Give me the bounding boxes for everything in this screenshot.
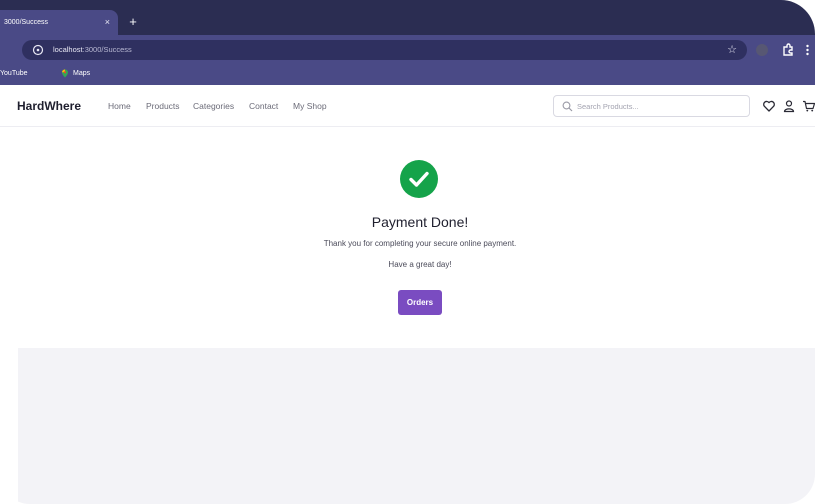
- nav-products[interactable]: Products: [146, 85, 180, 127]
- nav-categories[interactable]: Categories: [193, 85, 234, 127]
- bookmark-maps[interactable]: Maps: [73, 65, 90, 82]
- success-title: Payment Done!: [371, 214, 469, 230]
- tab-success[interactable]: 3000/Success ×: [0, 10, 118, 35]
- browser-toolbar: localhost:3000/Success ☆: [0, 35, 815, 65]
- search-box: [553, 95, 750, 117]
- page-footer-area: [18, 348, 815, 504]
- bookmark-youtube[interactable]: YouTube: [0, 65, 28, 82]
- check-icon: [409, 171, 429, 187]
- heart-icon[interactable]: [762, 99, 776, 113]
- nav-contact[interactable]: Contact: [249, 85, 278, 127]
- browser-window: 3000/Success × + localhost:3000/Success …: [0, 0, 815, 504]
- search-icon: [562, 101, 573, 112]
- nav-home[interactable]: Home: [108, 85, 131, 127]
- url-host: localhost: [53, 45, 83, 54]
- success-check-icon: [400, 160, 438, 198]
- address-bar[interactable]: localhost:3000/Success ☆: [22, 40, 747, 60]
- site-header: HardWhere Home Products Categories Conta…: [0, 85, 815, 127]
- extension-icon[interactable]: [756, 44, 768, 56]
- extensions-icon[interactable]: [780, 42, 796, 58]
- tab-close-icon[interactable]: ×: [105, 10, 110, 35]
- info-icon[interactable]: [32, 44, 44, 56]
- success-submessage: Have a great day!: [388, 260, 452, 269]
- web-page: HardWhere Home Products Categories Conta…: [0, 85, 815, 348]
- orders-button[interactable]: Orders: [398, 290, 442, 315]
- new-tab-button[interactable]: +: [126, 10, 140, 35]
- url-path: :3000/Success: [82, 45, 132, 54]
- maps-icon: [62, 69, 68, 78]
- tab-strip: 3000/Success × +: [0, 0, 815, 35]
- more-icon[interactable]: [806, 44, 809, 56]
- bookmarks-bar: YouTube Maps: [0, 65, 815, 85]
- tab-title: 3000/Success: [4, 19, 48, 26]
- url-text: localhost:3000/Success: [53, 40, 132, 60]
- user-icon[interactable]: [782, 99, 796, 113]
- search-input[interactable]: [577, 97, 745, 115]
- star-icon[interactable]: ☆: [727, 40, 737, 60]
- nav-my-shop[interactable]: My Shop: [293, 85, 327, 127]
- success-message: Thank you for completing your secure onl…: [323, 239, 517, 248]
- cart-icon[interactable]: [802, 99, 815, 113]
- site-logo[interactable]: HardWhere: [17, 85, 81, 127]
